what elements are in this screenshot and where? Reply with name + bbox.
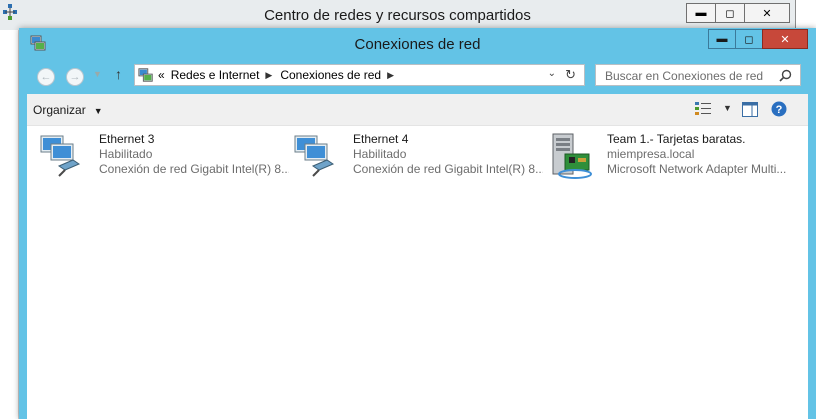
preview-pane-icon[interactable] xyxy=(742,102,758,117)
connection-name: Ethernet 4 xyxy=(353,132,409,146)
breadcrumb-item-redes[interactable]: Redes e Internet xyxy=(171,68,260,82)
front-window-titlebar[interactable]: Conexiones de red ▬ ◻ ✕ xyxy=(19,28,816,58)
back-maximize-button[interactable]: ◻ xyxy=(715,3,745,23)
connection-status: Habilitado xyxy=(353,147,407,161)
back-window-left-pane xyxy=(0,30,19,419)
organize-button[interactable]: Organizar ▼ xyxy=(33,103,103,117)
search-placeholder: Buscar en Conexiones de red xyxy=(605,69,764,83)
connection-status: Habilitado xyxy=(99,147,153,161)
chevron-right-icon[interactable]: ▶ xyxy=(387,70,394,81)
connection-name: Team 1.- Tarjetas baratas. xyxy=(607,132,746,146)
command-toolbar: Organizar ▼ ▼ ? xyxy=(27,94,808,126)
network-adapter-icon xyxy=(294,135,335,177)
view-dropdown-icon[interactable]: ▼ xyxy=(723,103,732,113)
front-window-title: Conexiones de red xyxy=(354,36,481,53)
list-item-ethernet-4[interactable]: Ethernet 4 Habilitado Conexión de red Gi… xyxy=(293,132,543,182)
network-team-icon xyxy=(552,133,592,179)
chevron-down-icon: ▼ xyxy=(93,106,103,116)
back-minimize-button[interactable]: ▬ xyxy=(686,3,716,23)
back-arrow-icon[interactable]: ← xyxy=(37,68,55,86)
address-dropdown-icon[interactable]: ⌄ xyxy=(548,68,556,79)
close-button[interactable]: ✕ xyxy=(762,29,808,49)
back-close-button[interactable]: ✕ xyxy=(744,3,790,23)
list-item-team-1[interactable]: Team 1.- Tarjetas baratas. miempresa.loc… xyxy=(547,132,797,182)
content-pane: Organizar ▼ ▼ ? Ethernet 3 Habilitado Co… xyxy=(27,94,808,419)
search-input[interactable]: Buscar en Conexiones de red xyxy=(595,64,801,86)
up-arrow-icon[interactable]: ↑ xyxy=(115,66,122,82)
navigation-bar: ← → ▼ ↑ « Redes e Internet ▶ Conexiones … xyxy=(27,58,808,94)
connection-name: Ethernet 3 xyxy=(99,132,155,146)
breadcrumb-item-conexiones[interactable]: Conexiones de red xyxy=(280,68,381,82)
search-icon[interactable] xyxy=(779,69,792,82)
organize-label: Organizar xyxy=(33,103,86,117)
chevron-down-icon[interactable]: ▼ xyxy=(93,69,102,79)
back-window-title: Centro de redes y recursos compartidos xyxy=(264,7,531,24)
network-connections-icon xyxy=(138,68,153,82)
breadcrumb-overflow[interactable]: « xyxy=(158,68,165,82)
connection-status: miempresa.local xyxy=(607,147,695,161)
connection-adapter: Conexión de red Gigabit Intel(R) 8... xyxy=(353,162,543,176)
network-adapter-icon xyxy=(40,135,81,177)
connection-adapter: Microsoft Network Adapter Multi... xyxy=(607,162,787,176)
help-icon[interactable]: ? xyxy=(771,101,787,117)
maximize-button[interactable]: ◻ xyxy=(735,29,763,49)
forward-arrow-icon[interactable]: → xyxy=(66,68,84,86)
back-window-controls: ▬ ◻ ✕ xyxy=(686,3,790,23)
front-window-controls: ▬ ◻ ✕ xyxy=(708,29,808,49)
minimize-button[interactable]: ▬ xyxy=(708,29,736,49)
svg-text:?: ? xyxy=(776,104,783,116)
list-item-ethernet-3[interactable]: Ethernet 3 Habilitado Conexión de red Gi… xyxy=(39,132,289,182)
front-window-network-connections: Conexiones de red ▬ ◻ ✕ ← → ▼ ↑ « Redes … xyxy=(19,28,816,419)
connection-adapter: Conexión de red Gigabit Intel(R) 8... xyxy=(99,162,289,176)
back-window-titlebar[interactable]: Centro de redes y recursos compartidos ▬… xyxy=(0,0,795,31)
address-bar[interactable]: « Redes e Internet ▶ Conexiones de red ▶… xyxy=(134,64,585,86)
view-options-icon[interactable] xyxy=(695,102,713,116)
refresh-icon[interactable]: ↻ xyxy=(565,67,576,83)
chevron-right-icon[interactable]: ▶ xyxy=(265,70,272,81)
